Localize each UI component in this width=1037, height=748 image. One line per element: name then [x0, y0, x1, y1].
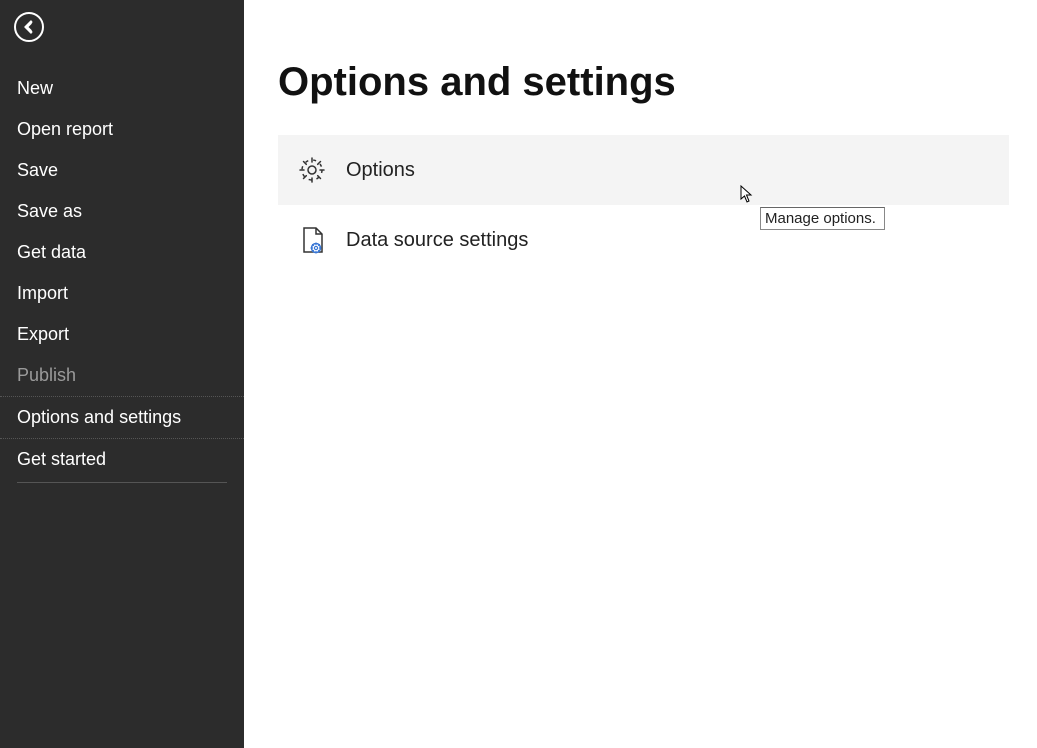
sidebar-item-label: Open report — [17, 119, 113, 139]
arrow-left-icon — [21, 19, 37, 35]
sidebar-item-label: Publish — [17, 365, 76, 385]
option-item-options[interactable]: Options — [278, 135, 1009, 205]
main-content: Options and settings Options Data source… — [244, 0, 1037, 748]
option-item-data-source-settings[interactable]: Data source settings — [278, 205, 1009, 275]
page-title: Options and settings — [278, 60, 1009, 105]
document-gear-icon — [296, 224, 328, 256]
sidebar-divider — [17, 482, 227, 483]
sidebar: New Open report Save Save as Get data Im… — [0, 0, 244, 748]
cursor-icon — [740, 185, 754, 203]
sidebar-item-label: Export — [17, 324, 69, 344]
tooltip-text: Manage options. — [765, 210, 876, 227]
option-label: Options — [346, 159, 415, 182]
sidebar-item-label: Import — [17, 283, 68, 303]
sidebar-item-label: Get data — [17, 242, 86, 262]
gear-icon — [296, 154, 328, 186]
sidebar-item-new[interactable]: New — [0, 68, 244, 109]
sidebar-item-get-started[interactable]: Get started — [0, 439, 244, 480]
sidebar-item-label: Options and settings — [17, 407, 181, 427]
sidebar-item-save[interactable]: Save — [0, 150, 244, 191]
sidebar-item-label: Save — [17, 160, 58, 180]
sidebar-item-import[interactable]: Import — [0, 273, 244, 314]
back-button[interactable] — [14, 12, 44, 42]
sidebar-item-label: New — [17, 78, 53, 98]
sidebar-item-open-report[interactable]: Open report — [0, 109, 244, 150]
sidebar-item-publish: Publish — [0, 355, 244, 396]
sidebar-item-label: Save as — [17, 201, 82, 221]
sidebar-item-export[interactable]: Export — [0, 314, 244, 355]
sidebar-item-label: Get started — [17, 449, 106, 469]
tooltip: Manage options. — [760, 207, 885, 230]
sidebar-item-options-and-settings[interactable]: Options and settings — [0, 396, 244, 439]
sidebar-item-get-data[interactable]: Get data — [0, 232, 244, 273]
option-label: Data source settings — [346, 229, 528, 252]
sidebar-item-save-as[interactable]: Save as — [0, 191, 244, 232]
